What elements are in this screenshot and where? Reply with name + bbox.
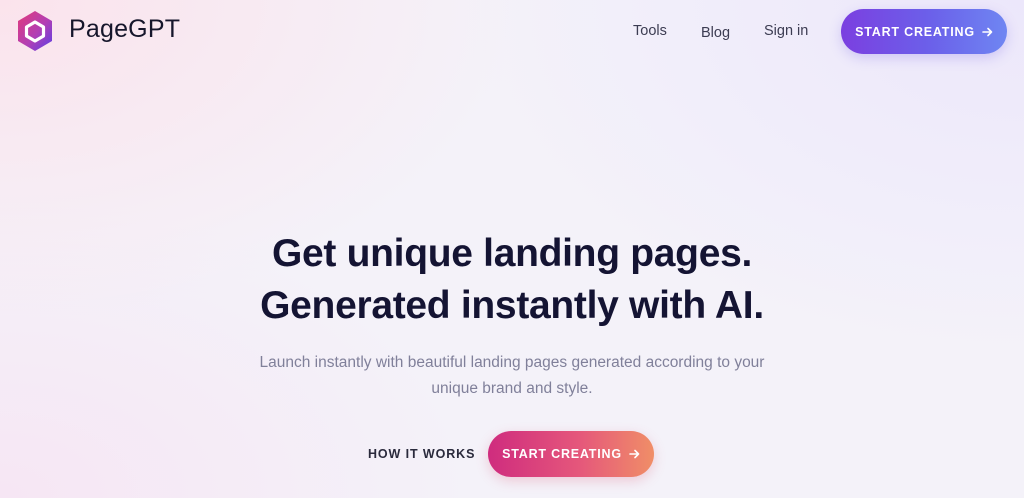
arrow-right-icon <box>629 449 640 459</box>
hero-cta-row: HOW IT WORKS START CREATING <box>0 431 1024 477</box>
hero-start-creating-label: START CREATING <box>502 447 622 461</box>
nav-blog-link[interactable]: Blog <box>701 25 730 41</box>
site-header: PageGPT Tools Blog Sign in START CREATIN… <box>0 0 1024 62</box>
hero-title-line-2: Generated instantly with AI. <box>260 284 764 327</box>
nav-tools-link[interactable]: Tools <box>633 23 667 39</box>
hero-subtitle: Launch instantly with beautiful landing … <box>0 350 1024 402</box>
hero-title-line-1: Get unique landing pages. <box>271 232 753 275</box>
hexagon-logo-icon[interactable] <box>16 10 54 52</box>
header-start-creating-label: START CREATING <box>855 24 975 39</box>
arrow-right-icon <box>982 27 993 36</box>
hero-subtitle-line-2: unique brand and style. <box>431 380 593 397</box>
hero-start-creating-button[interactable]: START CREATING <box>488 431 654 477</box>
header-start-creating-button[interactable]: START CREATING <box>841 9 1007 54</box>
nav-sign-in-link[interactable]: Sign in <box>764 23 808 39</box>
hero-title: Get unique landing pages. Generated inst… <box>0 228 1024 332</box>
how-it-works-link[interactable]: HOW IT WORKS <box>368 447 475 461</box>
brand-name[interactable]: PageGPT <box>69 15 180 44</box>
hero-subtitle-line-1: Launch instantly with beautiful landing … <box>259 354 765 371</box>
